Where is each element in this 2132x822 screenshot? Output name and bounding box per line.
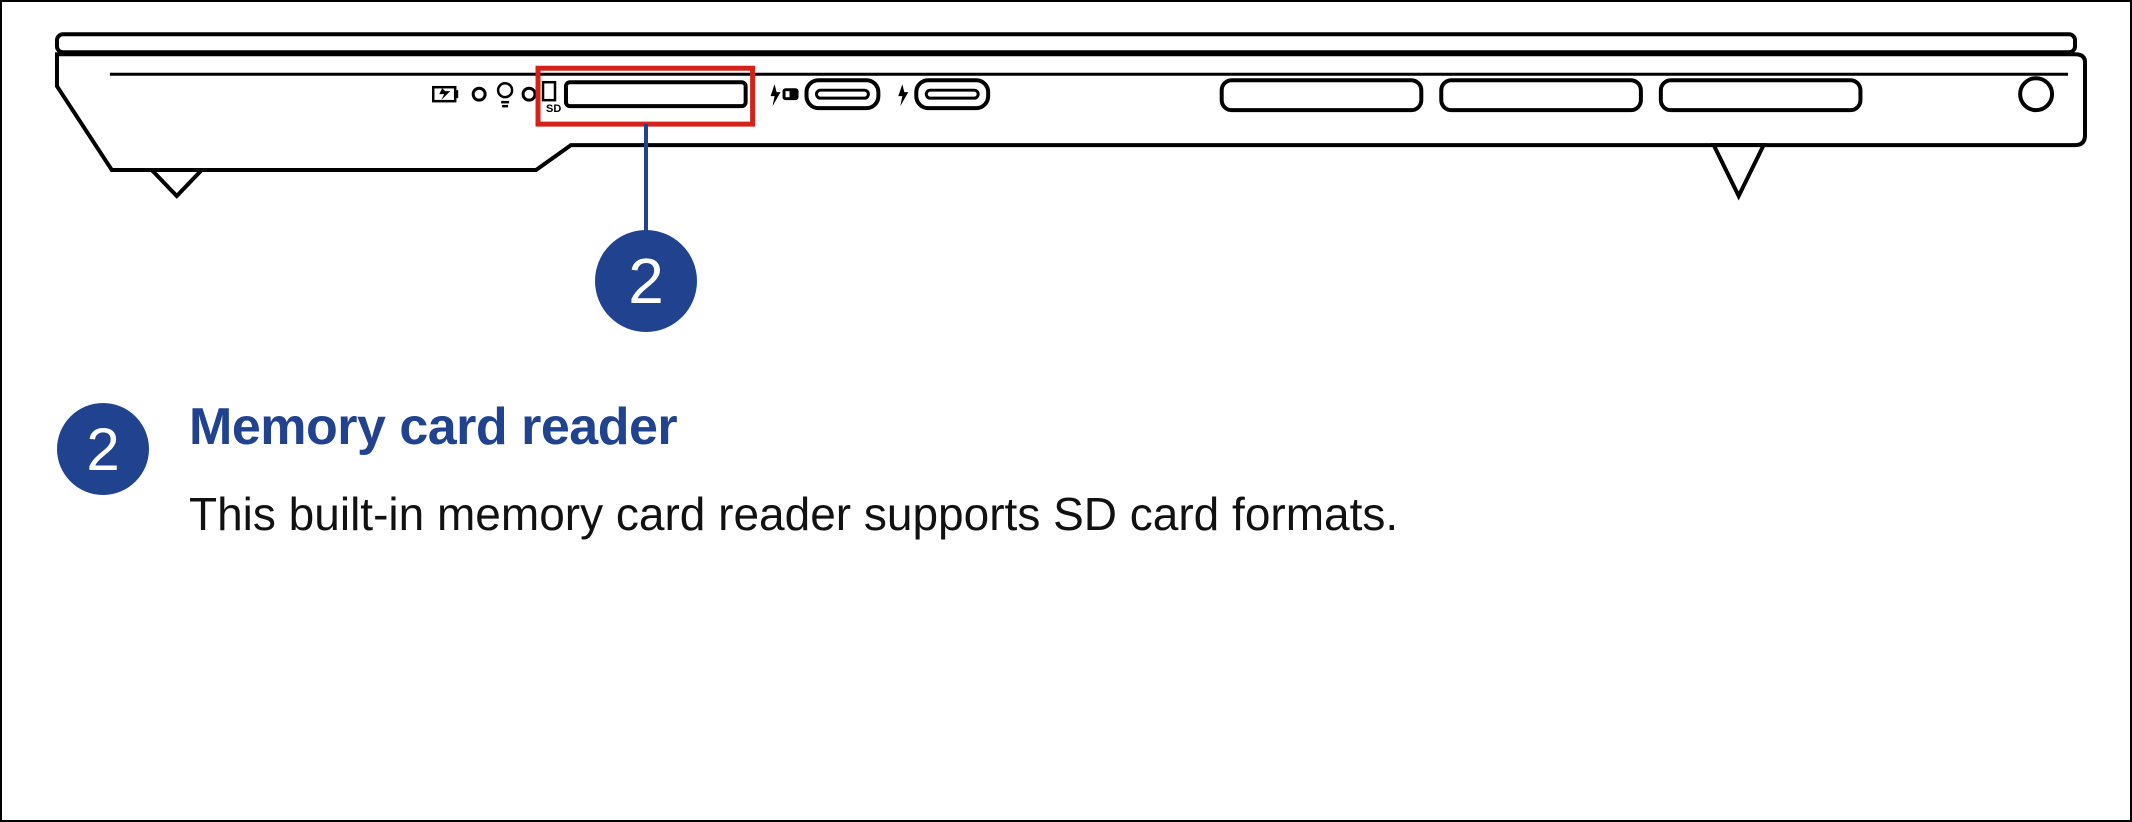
laptop-side-svg: SD: [42, 32, 2090, 342]
vent-3: [1661, 80, 1861, 110]
callout-badge: 2: [595, 230, 697, 332]
sd-card-slot: [566, 82, 746, 106]
usb-c-port-2: [916, 80, 988, 108]
power-button-icon: [2020, 78, 2052, 110]
description-body: This built-in memory card reader support…: [189, 485, 1398, 545]
foot-right: [1714, 145, 1764, 196]
description-title: Memory card reader: [189, 397, 1398, 457]
description-text: Memory card reader This built-in memory …: [189, 397, 1398, 545]
description-badge: 2: [57, 403, 149, 495]
svg-text:SD: SD: [546, 103, 561, 115]
description-badge-number: 2: [86, 415, 119, 484]
usb-c-port-1: [807, 80, 879, 108]
vent-1: [1222, 80, 1422, 110]
vent-2: [1441, 80, 1641, 110]
callout-number: 2: [628, 244, 664, 318]
laptop-side-diagram: SD: [42, 32, 2090, 342]
leader-line: [644, 124, 648, 234]
foot-left: [152, 170, 202, 196]
description-row: 2 Memory card reader This built-in memor…: [57, 397, 2075, 545]
